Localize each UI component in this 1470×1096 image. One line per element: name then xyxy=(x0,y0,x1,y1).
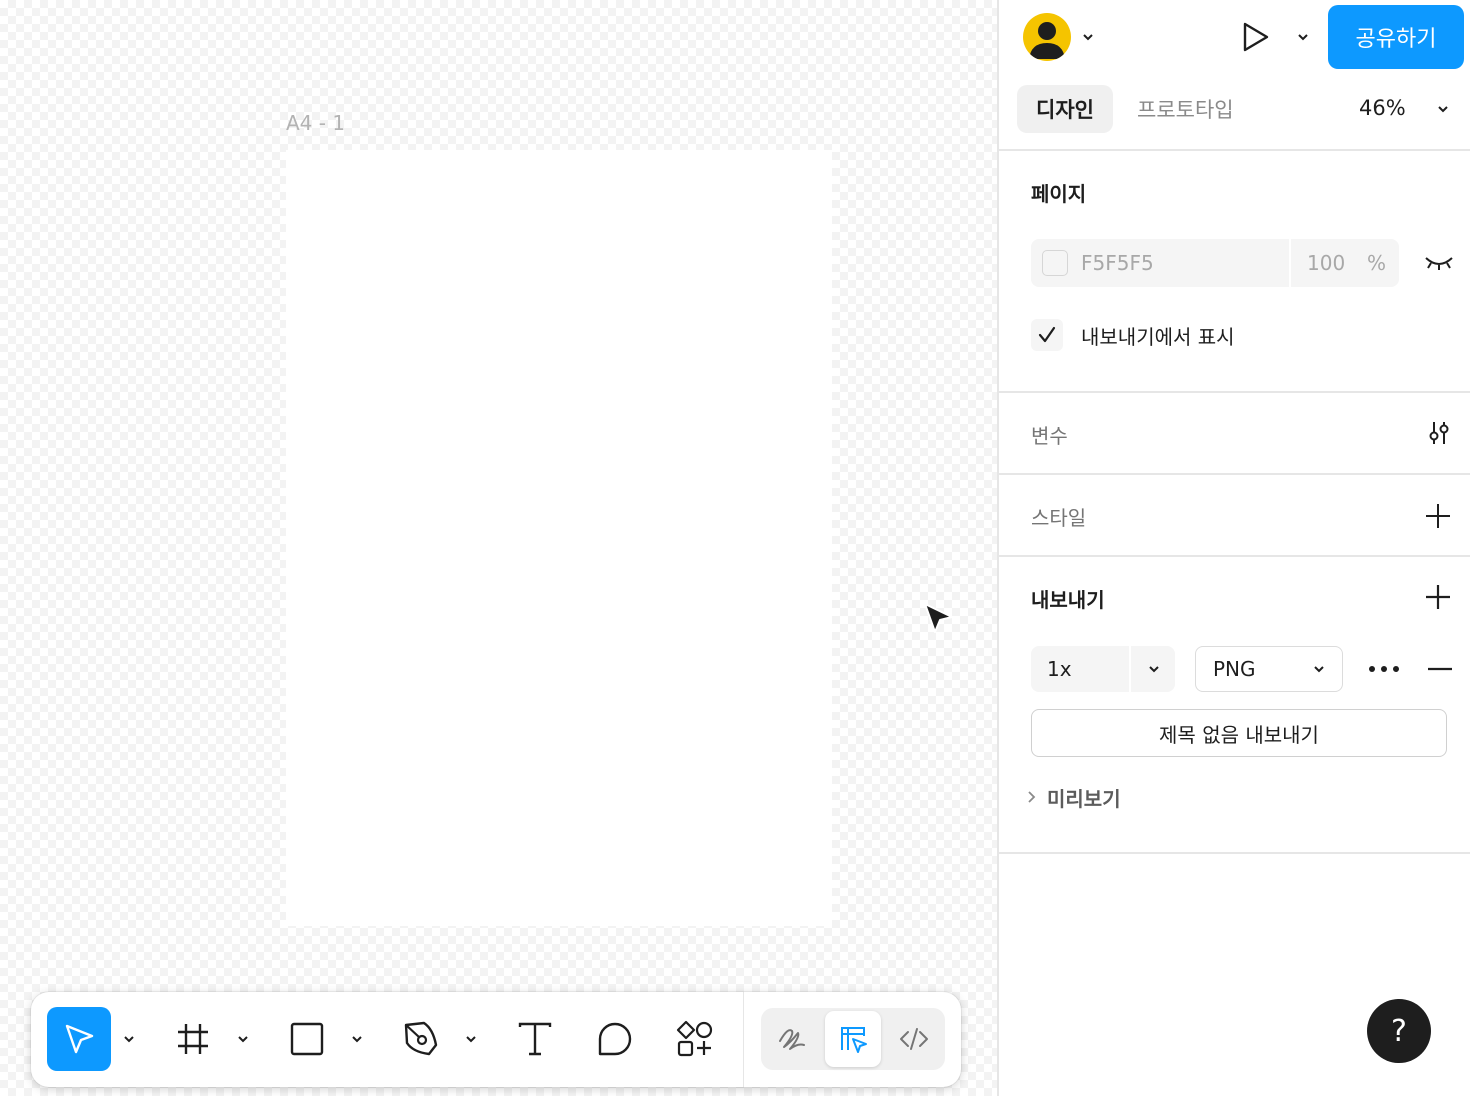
export-scale-value[interactable]: 1x xyxy=(1047,657,1072,681)
move-tool-button[interactable] xyxy=(47,1007,111,1071)
chevron-down-icon[interactable] xyxy=(1312,662,1326,676)
color-swatch[interactable] xyxy=(1042,250,1068,276)
preview-toggle[interactable]: 미리보기 xyxy=(1047,783,1121,812)
pen-icon xyxy=(404,1021,438,1056)
eye-closed-icon[interactable] xyxy=(1423,252,1455,274)
divider xyxy=(999,149,1470,151)
tab-prototype[interactable]: 프로토타입 xyxy=(1137,85,1234,133)
tab-design[interactable]: 디자인 xyxy=(1017,85,1113,133)
mode-switcher xyxy=(761,1008,945,1070)
styles-section-title: 스타일 xyxy=(1031,506,1087,530)
code-icon xyxy=(900,1028,928,1050)
pen-tool-button[interactable] xyxy=(389,1007,453,1071)
chevron-down-icon[interactable] xyxy=(1081,30,1095,44)
comment-tool-button[interactable] xyxy=(583,1007,647,1071)
play-icon[interactable] xyxy=(1239,21,1271,53)
text-tool-button[interactable] xyxy=(503,1007,567,1071)
chevron-down-icon[interactable] xyxy=(1296,30,1310,44)
opacity-unit: % xyxy=(1367,251,1387,275)
checkmark-icon xyxy=(1038,326,1056,343)
variables-section-title[interactable]: 변수 xyxy=(1031,420,1068,449)
show-in-exports-checkbox[interactable] xyxy=(1031,319,1063,351)
plus-icon[interactable] xyxy=(1425,503,1451,529)
divider xyxy=(999,555,1470,557)
scribble-icon xyxy=(779,1029,805,1050)
chevron-right-icon[interactable] xyxy=(1025,789,1037,805)
page-background-field[interactable]: F5F5F5 100 % xyxy=(1031,239,1399,287)
opacity-value[interactable]: 100 xyxy=(1307,251,1345,275)
properties-panel: 공유하기 디자인 프로토타입 46% 페이지 F5F5F5 100 % 내보내기… xyxy=(997,0,1470,1096)
chevron-down-icon[interactable] xyxy=(1147,662,1161,676)
export-scale-field[interactable]: 1x xyxy=(1031,646,1175,692)
chevron-down-icon[interactable] xyxy=(1436,102,1450,116)
frame-a4[interactable] xyxy=(286,150,832,926)
minus-icon[interactable] xyxy=(1427,662,1453,676)
sliders-icon[interactable] xyxy=(1425,419,1453,447)
field-separator xyxy=(1129,646,1131,692)
frame-hash-icon xyxy=(178,1024,208,1054)
export-format-value[interactable]: PNG xyxy=(1213,657,1256,681)
field-separator xyxy=(1289,239,1291,287)
user-icon xyxy=(1029,22,1065,59)
design-mode-button[interactable] xyxy=(825,1011,881,1067)
hex-value[interactable]: F5F5F5 xyxy=(1081,251,1154,275)
show-in-exports-label[interactable]: 내보내기에서 표시 xyxy=(1081,321,1235,350)
divider xyxy=(999,852,1470,854)
cursor-arrow-icon xyxy=(65,1024,94,1054)
shape-tool-button[interactable] xyxy=(275,1007,339,1071)
share-button[interactable]: 공유하기 xyxy=(1328,5,1464,69)
divider xyxy=(999,473,1470,475)
bottom-toolbar xyxy=(31,992,961,1087)
shapes-plus-icon xyxy=(676,1020,713,1057)
text-icon xyxy=(518,1022,552,1056)
plus-icon[interactable] xyxy=(1425,584,1451,610)
more-options-icon[interactable] xyxy=(1367,664,1401,674)
chevron-down-icon[interactable] xyxy=(122,1032,136,1046)
design-mode-icon xyxy=(841,1027,867,1053)
help-button[interactable]: ? xyxy=(1367,999,1431,1063)
chevron-down-icon[interactable] xyxy=(464,1032,478,1046)
export-button[interactable]: 제목 없음 내보내기 xyxy=(1031,709,1447,757)
canvas[interactable]: A4 - 1 xyxy=(0,0,997,1096)
comment-bubble-icon xyxy=(598,1022,632,1056)
rectangle-icon xyxy=(290,1022,324,1056)
avatar[interactable] xyxy=(1023,13,1071,61)
page-section-title: 페이지 xyxy=(1031,182,1087,206)
chevron-down-icon[interactable] xyxy=(350,1032,364,1046)
dev-mode-button[interactable] xyxy=(886,1011,942,1067)
divider xyxy=(999,391,1470,393)
frame-tool-button[interactable] xyxy=(161,1007,225,1071)
export-format-select[interactable]: PNG xyxy=(1195,646,1343,692)
mouse-pointer-icon xyxy=(924,603,953,633)
zoom-level[interactable]: 46% xyxy=(1359,96,1406,120)
draw-mode-button[interactable] xyxy=(764,1011,820,1067)
chevron-down-icon[interactable] xyxy=(236,1032,250,1046)
export-section-title: 내보내기 xyxy=(1031,588,1105,612)
toolbar-divider xyxy=(743,992,744,1087)
frame-label[interactable]: A4 - 1 xyxy=(286,111,345,135)
assets-tool-button[interactable] xyxy=(663,1007,727,1071)
